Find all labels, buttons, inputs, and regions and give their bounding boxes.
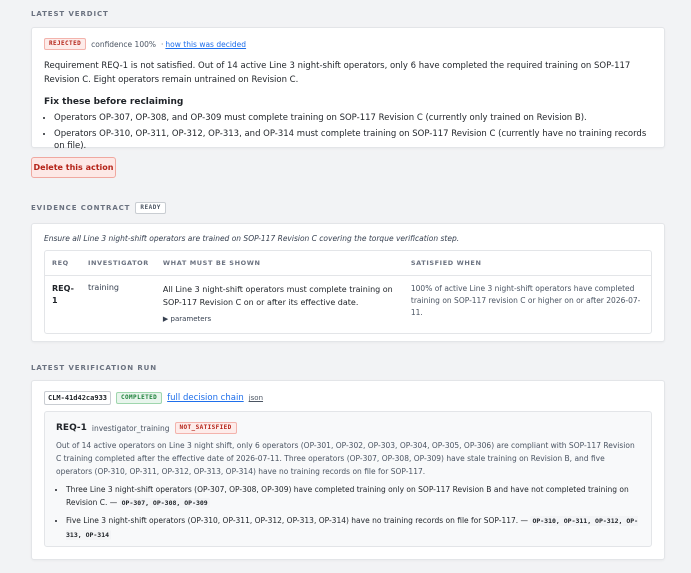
run-id: CLM-41d42ca933 <box>44 391 112 405</box>
result-panel: REQ-1 investigator_training NOT_SATISFIE… <box>44 411 652 547</box>
col-investigator: INVESTIGATOR <box>81 251 156 276</box>
requirements-table: REQ INVESTIGATOR WHAT MUST BE SHOWN SATI… <box>45 251 651 333</box>
json-link[interactable]: json <box>249 394 263 402</box>
row-satisfied: 100% of active Line 3 night-shift operat… <box>410 284 641 317</box>
table-row: REQ-1 training All Line 3 night-shift op… <box>45 276 651 334</box>
col-what: WHAT MUST BE SHOWN <box>155 251 404 276</box>
findings-list: Three Line 3 night-shift operators (OP-3… <box>56 483 640 542</box>
result-header: REQ-1 investigator_training NOT_SATISFIE… <box>56 422 640 434</box>
fix-item: Operators OP-310, OP-311, OP-312, OP-313… <box>54 128 652 152</box>
what-text: All Line 3 night-shift operators must co… <box>162 285 393 307</box>
row-investigator: training <box>88 283 119 292</box>
not-satisfied-badge: NOT_SATISFIED <box>174 422 237 434</box>
verification-run-label: LATEST VERIFICATION RUN <box>31 364 157 372</box>
result-req: REQ-1 <box>56 423 87 433</box>
run-header: CLM-41d42ca933 COMPLETED full decision c… <box>44 391 652 405</box>
delete-action-button[interactable]: Delete this action <box>31 157 116 178</box>
parameters-toggle[interactable]: ▶ parameters <box>163 313 397 326</box>
ready-badge: READY <box>135 202 166 214</box>
fix-item: Operators OP-307, OP-308, and OP-309 mus… <box>54 112 652 124</box>
meta-separator: · <box>161 39 164 49</box>
how-decided-link[interactable]: how this was decided <box>165 40 246 49</box>
confidence-text: confidence 100% <box>91 39 156 49</box>
col-satisfied: SATISFIED WHEN <box>403 251 651 276</box>
fix-heading: Fix these before reclaiming <box>44 97 184 107</box>
rejected-badge: REJECTED <box>44 38 87 50</box>
fix-list: Operators OP-307, OP-308, and OP-309 mus… <box>44 112 652 152</box>
finding-refs: OP-307, OP-308, OP-309 <box>119 498 210 508</box>
finding-item: Five Line 3 night-shift operators (OP-31… <box>66 514 640 542</box>
requirements-table-wrapper: REQ INVESTIGATOR WHAT MUST BE SHOWN SATI… <box>44 250 652 334</box>
verdict-card: REJECTED confidence 100% · how this was … <box>31 27 665 151</box>
decision-chain-link[interactable]: full decision chain <box>167 393 244 403</box>
evidence-card: Ensure all Line 3 night-shift operators … <box>31 223 665 342</box>
row-req: REQ-1 <box>52 284 74 305</box>
result-investigator: investigator_training <box>91 423 170 433</box>
row-what: All Line 3 night-shift operators must co… <box>156 276 404 334</box>
result-summary: Out of 14 active operators on Line 3 nig… <box>56 441 635 476</box>
evidence-contract-label: EVIDENCE CONTRACT READY <box>31 202 166 214</box>
verdict-summary: Requirement REQ-1 is not satisfied. Out … <box>44 61 631 85</box>
latest-verdict-label: LATEST VERDICT <box>31 10 109 18</box>
contract-description: Ensure all Line 3 night-shift operators … <box>44 234 460 243</box>
col-req: REQ <box>45 251 81 276</box>
completed-badge: COMPLETED <box>116 392 163 404</box>
verification-card: CLM-41d42ca933 COMPLETED full decision c… <box>31 380 665 560</box>
finding-item: Three Line 3 night-shift operators (OP-3… <box>66 483 640 510</box>
table-header-row: REQ INVESTIGATOR WHAT MUST BE SHOWN SATI… <box>45 251 651 276</box>
verdict-meta: REJECTED confidence 100% · how this was … <box>44 38 652 50</box>
